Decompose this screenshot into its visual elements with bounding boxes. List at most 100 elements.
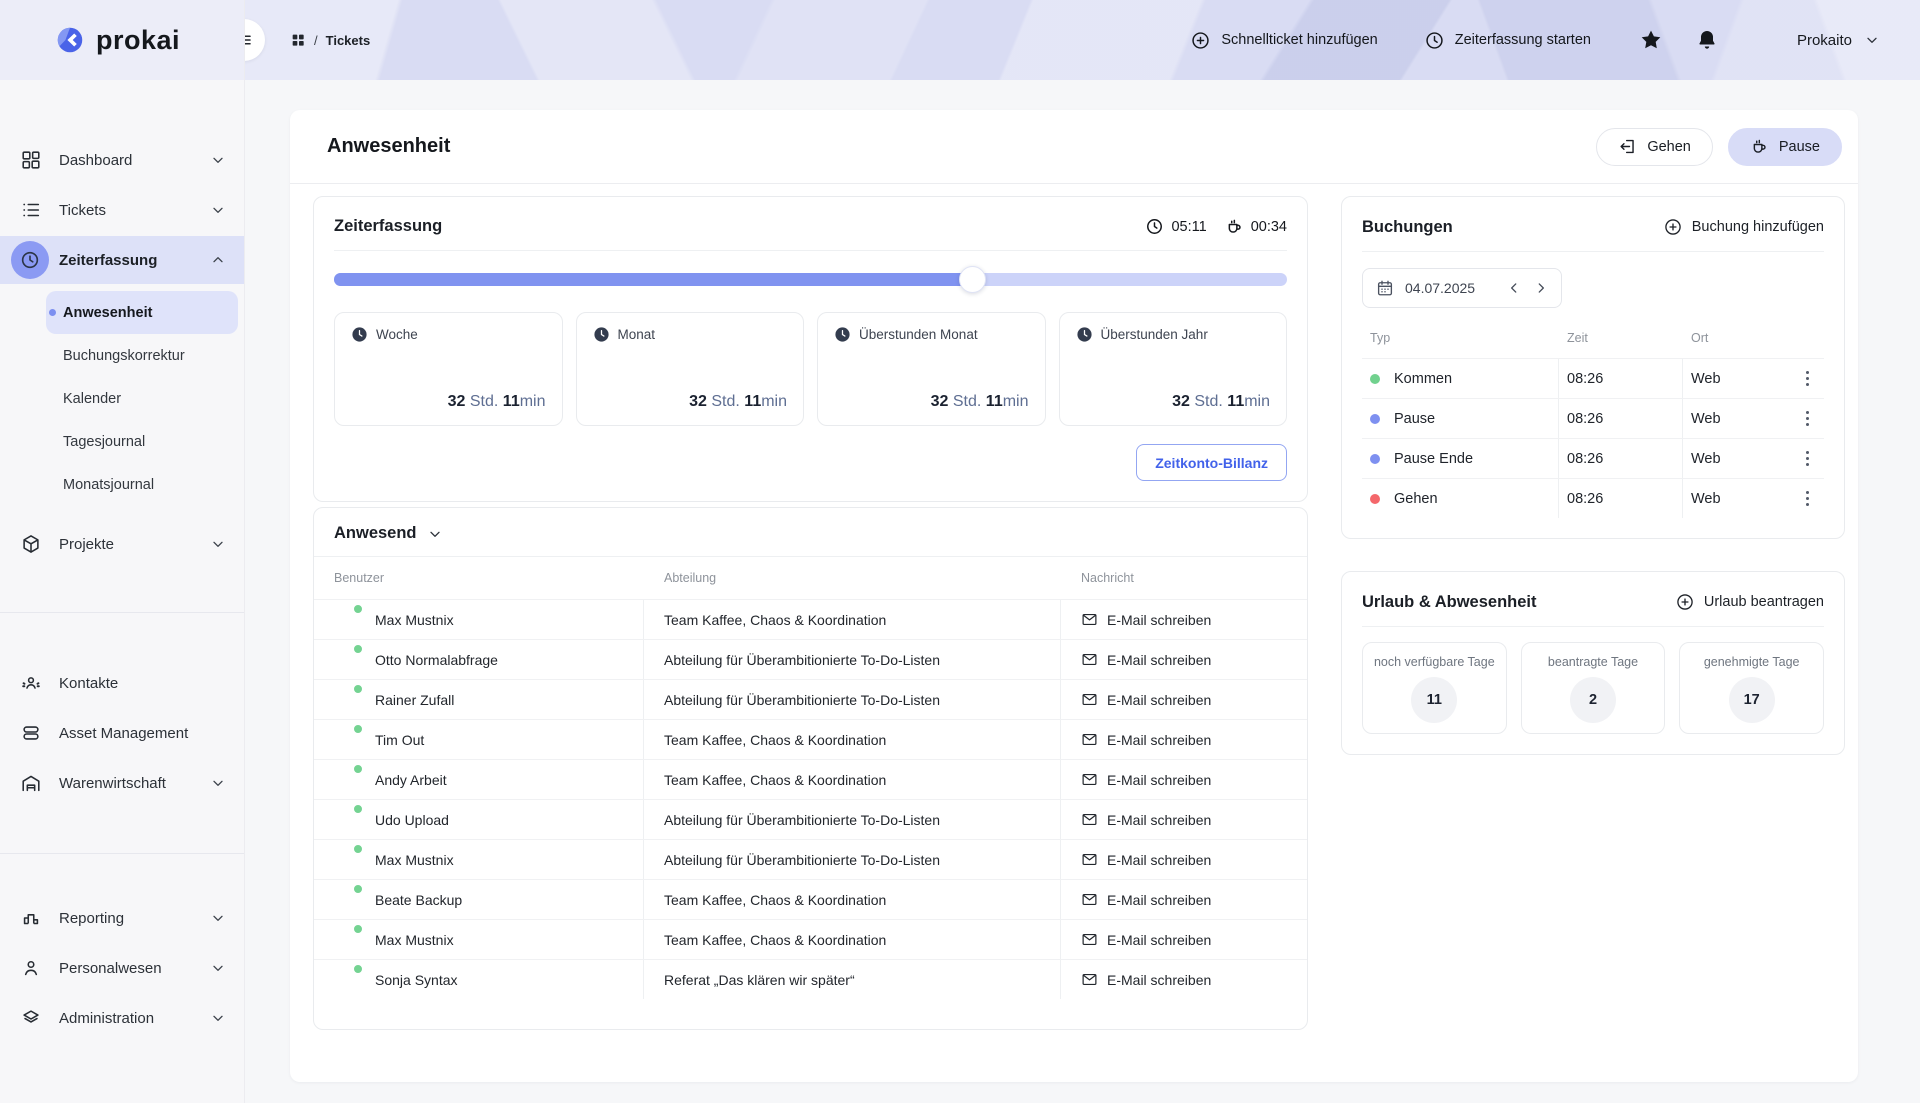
booking-time: 08:26	[1559, 359, 1683, 398]
work-time: 05:11	[1145, 217, 1206, 236]
envelope-icon	[1081, 771, 1098, 788]
booking-row: Gehen 08:26 Web	[1362, 478, 1824, 518]
sidebar-subitem-monatsjournal[interactable]: Monatsjournal	[46, 463, 238, 506]
user-name: Tim Out	[375, 732, 424, 748]
send-email-link[interactable]: E-Mail schreiben	[1081, 611, 1211, 628]
user-avatar	[334, 646, 362, 674]
sidebar-item-dashboard[interactable]: Dashboard	[0, 136, 244, 184]
vacation-stat-value: 11	[1411, 677, 1457, 723]
add-booking-button[interactable]: Buchung hinzufügen	[1663, 217, 1824, 237]
pause-button[interactable]: Pause	[1728, 128, 1842, 166]
user-department: Team Kaffee, Chaos & Koordination	[644, 600, 1061, 639]
send-email-link[interactable]: E-Mail schreiben	[1081, 771, 1211, 788]
user-menu[interactable]: Prokaito	[1747, 21, 1880, 59]
sidebar-subitem-anwesenheit[interactable]: Anwesenheit	[46, 291, 238, 334]
chevron-down-icon[interactable]	[427, 526, 443, 542]
send-email-link[interactable]: E-Mail schreiben	[1081, 891, 1211, 908]
send-email-link[interactable]: E-Mail schreiben	[1081, 971, 1211, 988]
next-day-button[interactable]	[1534, 281, 1548, 295]
stat-value: 32 Std. 11min	[1172, 393, 1270, 411]
previous-day-button[interactable]	[1507, 281, 1521, 295]
clock-filled-icon	[1076, 326, 1093, 343]
user-department: Abteilung für Überambitionierte To-Do-Li…	[644, 640, 1061, 679]
booking-time: 08:26	[1559, 399, 1683, 438]
send-email-link[interactable]: E-Mail schreiben	[1081, 691, 1211, 708]
vacation-stat-label: beantragte Tage	[1530, 655, 1657, 669]
coffee-icon	[1225, 217, 1244, 236]
sidebar-item-projekte[interactable]: Projekte	[0, 520, 244, 568]
send-email-link[interactable]: E-Mail schreiben	[1081, 731, 1211, 748]
kebab-icon	[1806, 411, 1810, 427]
send-email-link[interactable]: E-Mail schreiben	[1081, 651, 1211, 668]
user-avatar	[334, 686, 362, 714]
sidebar-subitem-buchungskorrektur[interactable]: Buchungskorrektur	[46, 334, 238, 377]
send-email-link[interactable]: E-Mail schreiben	[1081, 931, 1211, 948]
chevron-down-icon	[210, 1010, 226, 1026]
calendar-icon	[1376, 279, 1394, 297]
sidebar-subitem-tagesjournal[interactable]: Tagesjournal	[46, 420, 238, 463]
stat-label: Woche	[376, 327, 418, 342]
user-name: Max Mustnix	[375, 932, 454, 948]
breadcrumb: / Tickets	[290, 32, 370, 48]
date-picker[interactable]: 04.07.2025	[1362, 268, 1562, 308]
envelope-icon	[1081, 611, 1098, 628]
sidebar: prokai Dashboard Tickets Zeiterfassung A…	[0, 0, 245, 1103]
vacation-stat-value: 17	[1729, 677, 1775, 723]
user-avatar	[1747, 21, 1785, 59]
sidebar-item-zeiterfassung[interactable]: Zeiterfassung	[0, 236, 244, 284]
notifications-bell-icon[interactable]	[1695, 28, 1719, 52]
envelope-icon	[1081, 811, 1098, 828]
breadcrumb-section[interactable]: Tickets	[326, 33, 371, 48]
sidebar-item-personalwesen[interactable]: Personalwesen	[0, 944, 244, 992]
chevron-down-icon	[210, 536, 226, 552]
user-name: Beate Backup	[375, 892, 462, 908]
user-name: Max Mustnix	[375, 852, 454, 868]
user-avatar	[334, 846, 362, 874]
request-vacation-button[interactable]: Urlaub beantragen	[1675, 592, 1824, 612]
booking-menu-button[interactable]	[1791, 439, 1824, 478]
bar-chart-icon	[20, 907, 42, 929]
time-stat-card: Woche 32 Std. 11min	[334, 312, 563, 426]
kebab-icon	[1806, 451, 1810, 467]
chevron-down-icon	[210, 910, 226, 926]
user-avatar	[334, 606, 362, 634]
booking-time: 08:26	[1559, 439, 1683, 478]
online-status-dot	[352, 763, 364, 775]
booking-menu-button[interactable]	[1791, 479, 1824, 518]
sidebar-item-kontakte[interactable]: Kontakte	[0, 659, 244, 707]
stat-value: 32 Std. 11min	[689, 393, 787, 411]
kebab-icon	[1806, 371, 1810, 387]
quick-ticket-button[interactable]: Schnellticket hinzufügen	[1190, 30, 1377, 51]
attendance-row: Max Mustnix Team Kaffee, Chaos & Koordin…	[314, 599, 1307, 639]
sidebar-item-administration[interactable]: Administration	[0, 994, 244, 1042]
start-timer-button[interactable]: Zeiterfassung starten	[1424, 30, 1591, 51]
sidebar-item-tickets[interactable]: Tickets	[0, 186, 244, 234]
sidebar-subitem-kalender[interactable]: Kalender	[46, 377, 238, 420]
progress-handle[interactable]	[959, 266, 986, 293]
booking-type-dot	[1370, 454, 1380, 464]
booking-location: Web	[1683, 359, 1791, 398]
grid-icon[interactable]	[290, 32, 306, 48]
send-email-link[interactable]: E-Mail schreiben	[1081, 811, 1211, 828]
send-email-link[interactable]: E-Mail schreiben	[1081, 851, 1211, 868]
column-ort: Ort	[1683, 331, 1791, 345]
logo[interactable]: prokai	[0, 0, 244, 80]
attendance-row: Sonja Syntax Referat „Das klären wir spä…	[314, 959, 1307, 999]
favorites-star-icon[interactable]	[1639, 28, 1663, 52]
sidebar-item-reporting[interactable]: Reporting	[0, 894, 244, 942]
vacation-stat-card: noch verfügbare Tage 11	[1362, 642, 1507, 734]
booking-menu-button[interactable]	[1791, 359, 1824, 398]
main-area: Anwesenheit Gehen Pause Zeiterfassung	[245, 80, 1920, 1103]
anwesend-card: Anwesend Benutzer Abteilung Nachricht	[313, 507, 1308, 1030]
go-button[interactable]: Gehen	[1596, 128, 1713, 166]
online-status-dot	[352, 923, 364, 935]
vacation-stat-card: genehmigte Tage 17	[1679, 642, 1824, 734]
user-avatar	[334, 726, 362, 754]
sidebar-item-asset-management[interactable]: Asset Management	[0, 709, 244, 757]
sidebar-item-warenwirtschaft[interactable]: Warenwirtschaft	[0, 759, 244, 807]
active-dot	[49, 309, 56, 316]
online-status-dot	[352, 683, 364, 695]
zeitkonto-balance-button[interactable]: Zeitkonto-Billanz	[1136, 444, 1287, 481]
booking-menu-button[interactable]	[1791, 399, 1824, 438]
vacation-stat-value: 2	[1570, 677, 1616, 723]
